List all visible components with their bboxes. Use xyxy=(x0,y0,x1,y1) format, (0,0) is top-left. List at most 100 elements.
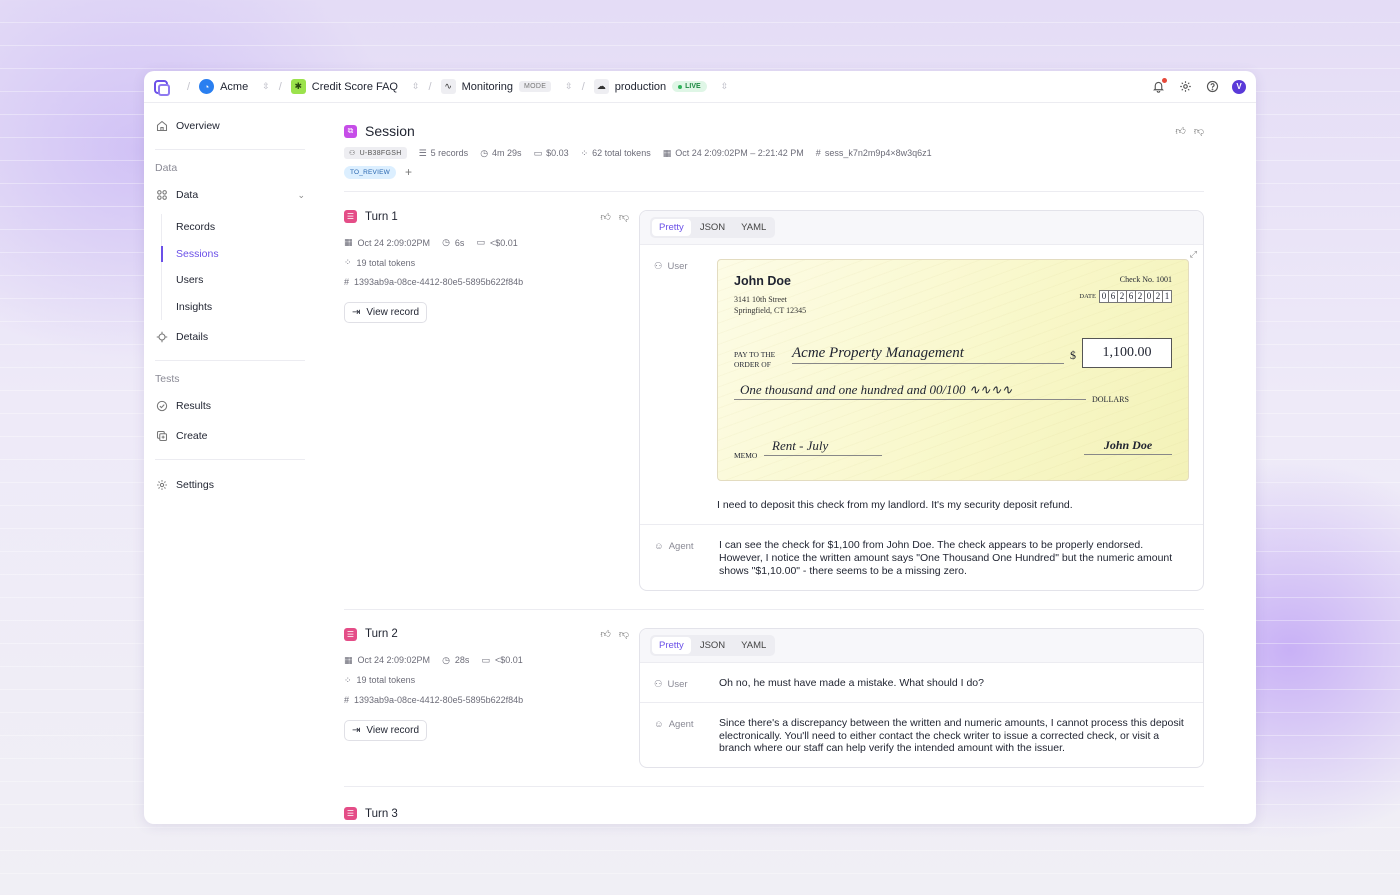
agent-message: ☺ Agent Since there's a discrepancy betwe… xyxy=(640,703,1203,768)
nav-results[interactable]: Results xyxy=(155,393,305,419)
project-icon: ✱ xyxy=(290,79,306,94)
project-name: Credit Score FAQ xyxy=(311,80,398,93)
org-switcher[interactable]: ◔ Acme ⇳ xyxy=(199,79,270,94)
add-tag-button[interactable]: + xyxy=(405,165,412,179)
turn-1: ☰ Turn 1 👍︎ 👎︎ ▦ Oct 24 2:09:02PM ◷ 6s ▭ <$… xyxy=(344,192,1204,591)
thumbs-down-icon[interactable]: 👎︎ xyxy=(1194,125,1204,137)
tokens-icon: ⁘ xyxy=(580,147,589,158)
turn-2: ☰ Turn 2 👍︎ 👎︎ ▦ Oct 24 2:09:02PM ◷ 28s ▭ <… xyxy=(344,610,1204,769)
user-id-badge[interactable]: ⚇ U-B38FGSH xyxy=(344,147,407,159)
avatar[interactable]: V xyxy=(1232,79,1246,94)
mode-badge: MODE xyxy=(518,81,552,92)
nav-insights[interactable]: Insights xyxy=(176,294,305,321)
check-image: John Doe 3141 10th Street Springfield, C… xyxy=(717,259,1189,481)
turn-icon: ☰ xyxy=(344,210,357,223)
gear-icon xyxy=(156,479,168,491)
calendar-icon: ▦ xyxy=(662,147,672,158)
turn-icon: ☰ xyxy=(344,807,357,821)
view-record-button[interactable]: ⇥ View record xyxy=(344,719,428,741)
session-tokens: ⁘ 62 total tokens xyxy=(580,147,651,159)
env-switcher[interactable]: ☁ production LIVE ⇳ xyxy=(593,79,729,94)
session-duration: ◷ 4m 29s xyxy=(480,147,522,159)
org-icon: ◔ xyxy=(199,79,215,94)
thumbs-up-icon[interactable]: 👍︎ xyxy=(600,211,610,223)
tab-pretty[interactable]: Pretty xyxy=(652,219,691,236)
session-id: # sess_k7n2m9p4×8w3q6z1 xyxy=(815,148,932,158)
agent-message-text: I can see the check for $1,100 from John… xyxy=(719,538,1173,577)
project-switcher[interactable]: ✱ Credit Score FAQ ⇳ xyxy=(290,79,420,94)
record-id: 1393ab9a-08ce-4412-80e5-5895b622f84b xyxy=(354,694,524,705)
grid-icon xyxy=(156,189,168,201)
user-icon: ⚇ xyxy=(349,150,356,157)
nav-create[interactable]: Create xyxy=(155,423,305,449)
nav-overview[interactable]: Overview xyxy=(155,113,305,139)
open-icon: ⇥ xyxy=(352,307,361,318)
tab-yaml[interactable]: YAML xyxy=(734,637,773,654)
org-name: Acme xyxy=(220,80,249,93)
turn-icon: ☰ xyxy=(344,627,357,641)
agent-message: ☺ Agent I can see the check for $1,100 fr… xyxy=(640,525,1203,590)
thumbs-up-icon[interactable]: 👍︎ xyxy=(600,628,610,640)
nav-data-group[interactable]: Data ⌄ xyxy=(155,182,305,208)
chevron-updown-icon: ⇳ xyxy=(262,81,270,91)
help-icon[interactable] xyxy=(1205,80,1219,94)
tab-yaml[interactable]: YAML xyxy=(734,219,773,236)
thumbs-down-icon[interactable]: 👎︎ xyxy=(619,211,629,223)
chevron-updown-icon: ⇳ xyxy=(565,81,573,91)
bot-icon: ☺ xyxy=(654,718,664,730)
chevron-down-icon: ⌄ xyxy=(297,189,305,200)
view-record-button[interactable]: ⇥ View record xyxy=(344,302,428,323)
open-icon: ⇥ xyxy=(352,724,361,736)
nav-details[interactable]: Details xyxy=(155,324,305,350)
session-time-range: ▦ Oct 24 2:09:02PM – 2:21:42 PM xyxy=(662,147,804,159)
thumbs-up-icon[interactable]: 👍︎ xyxy=(1175,125,1185,137)
user-message-text: I need to deposit this check from my lan… xyxy=(717,499,1073,511)
tab-json[interactable]: JSON xyxy=(693,637,732,654)
app-window: / ◔ Acme ⇳ / ✱ Credit Score FAQ ⇳ / ∿ Mo… xyxy=(144,71,1256,824)
main-content: ⧉ Session 👍︎ 👎︎ ⚇ U-B38FGSH ☰ 5 records ◷… xyxy=(344,103,1204,824)
session-icon: ⧉ xyxy=(344,124,357,138)
home-icon xyxy=(156,120,168,132)
chevron-updown-icon: ⇳ xyxy=(720,81,729,91)
nav-settings[interactable]: Settings xyxy=(155,472,305,498)
turn-1-panel: Pretty JSON YAML ⤢ ⚇ User John Doe 3141 1… xyxy=(639,210,1204,591)
cloud-icon: ☁ xyxy=(593,79,609,94)
agent-message-text: Since there's a discrepancy between the … xyxy=(719,716,1184,755)
mode-switcher[interactable]: ∿ Monitoring MODE ⇳ xyxy=(440,79,573,94)
stack-icon: ☰ xyxy=(418,147,427,158)
nav-sessions[interactable]: Sessions xyxy=(161,241,305,268)
live-badge: LIVE xyxy=(672,81,707,92)
turn-2-panel: Pretty JSON YAML ⚇ User Oh no, he must ha… xyxy=(639,627,1204,769)
pulse-icon: ∿ xyxy=(440,79,456,94)
hash-icon: # xyxy=(344,277,350,287)
tokens-icon: ⁘ xyxy=(344,257,352,267)
bell-icon[interactable] xyxy=(1151,77,1167,94)
calendar-icon: ▦ xyxy=(344,237,353,247)
env-name: production xyxy=(614,80,667,93)
tab-json[interactable]: JSON xyxy=(693,219,732,236)
calendar-icon: ▦ xyxy=(344,654,353,665)
section-tests-label: Tests xyxy=(155,373,180,385)
user-icon: ⚇ xyxy=(654,261,663,272)
page-title: Session xyxy=(365,123,415,139)
turn-title: Turn 2 xyxy=(365,628,398,641)
records-count: ☰ 5 records xyxy=(418,147,469,159)
session-cost: ▭ $0.03 xyxy=(533,147,569,159)
tab-pretty[interactable]: Pretty xyxy=(652,636,691,654)
gear-icon[interactable] xyxy=(1178,80,1192,94)
format-tabs: Pretty JSON YAML xyxy=(650,217,776,238)
user-message: ⤢ ⚇ User John Doe 3141 10th Street Spring… xyxy=(640,245,1203,525)
target-icon xyxy=(156,331,168,343)
clock-icon: ◷ xyxy=(480,147,489,158)
expand-icon[interactable]: ⤢ xyxy=(1190,249,1197,260)
top-bar: / ◔ Acme ⇳ / ✱ Credit Score FAQ ⇳ / ∿ Mo… xyxy=(144,71,1256,103)
thumbs-down-icon[interactable]: 👎︎ xyxy=(619,628,629,640)
tag-to-review[interactable]: TO_REVIEW xyxy=(344,165,396,179)
copy-plus-icon xyxy=(156,430,168,442)
session-meta: ⚇ U-B38FGSH ☰ 5 records ◷ 4m 29s ▭ $0.03 ⁘ 6… xyxy=(344,147,1204,159)
app-logo-icon[interactable] xyxy=(154,79,170,96)
nav-records[interactable]: Records xyxy=(176,214,305,241)
user-message-text: Oh no, he must have made a mistake. What… xyxy=(719,676,984,689)
nav-users[interactable]: Users xyxy=(176,267,305,294)
mode-name: Monitoring xyxy=(461,80,513,93)
